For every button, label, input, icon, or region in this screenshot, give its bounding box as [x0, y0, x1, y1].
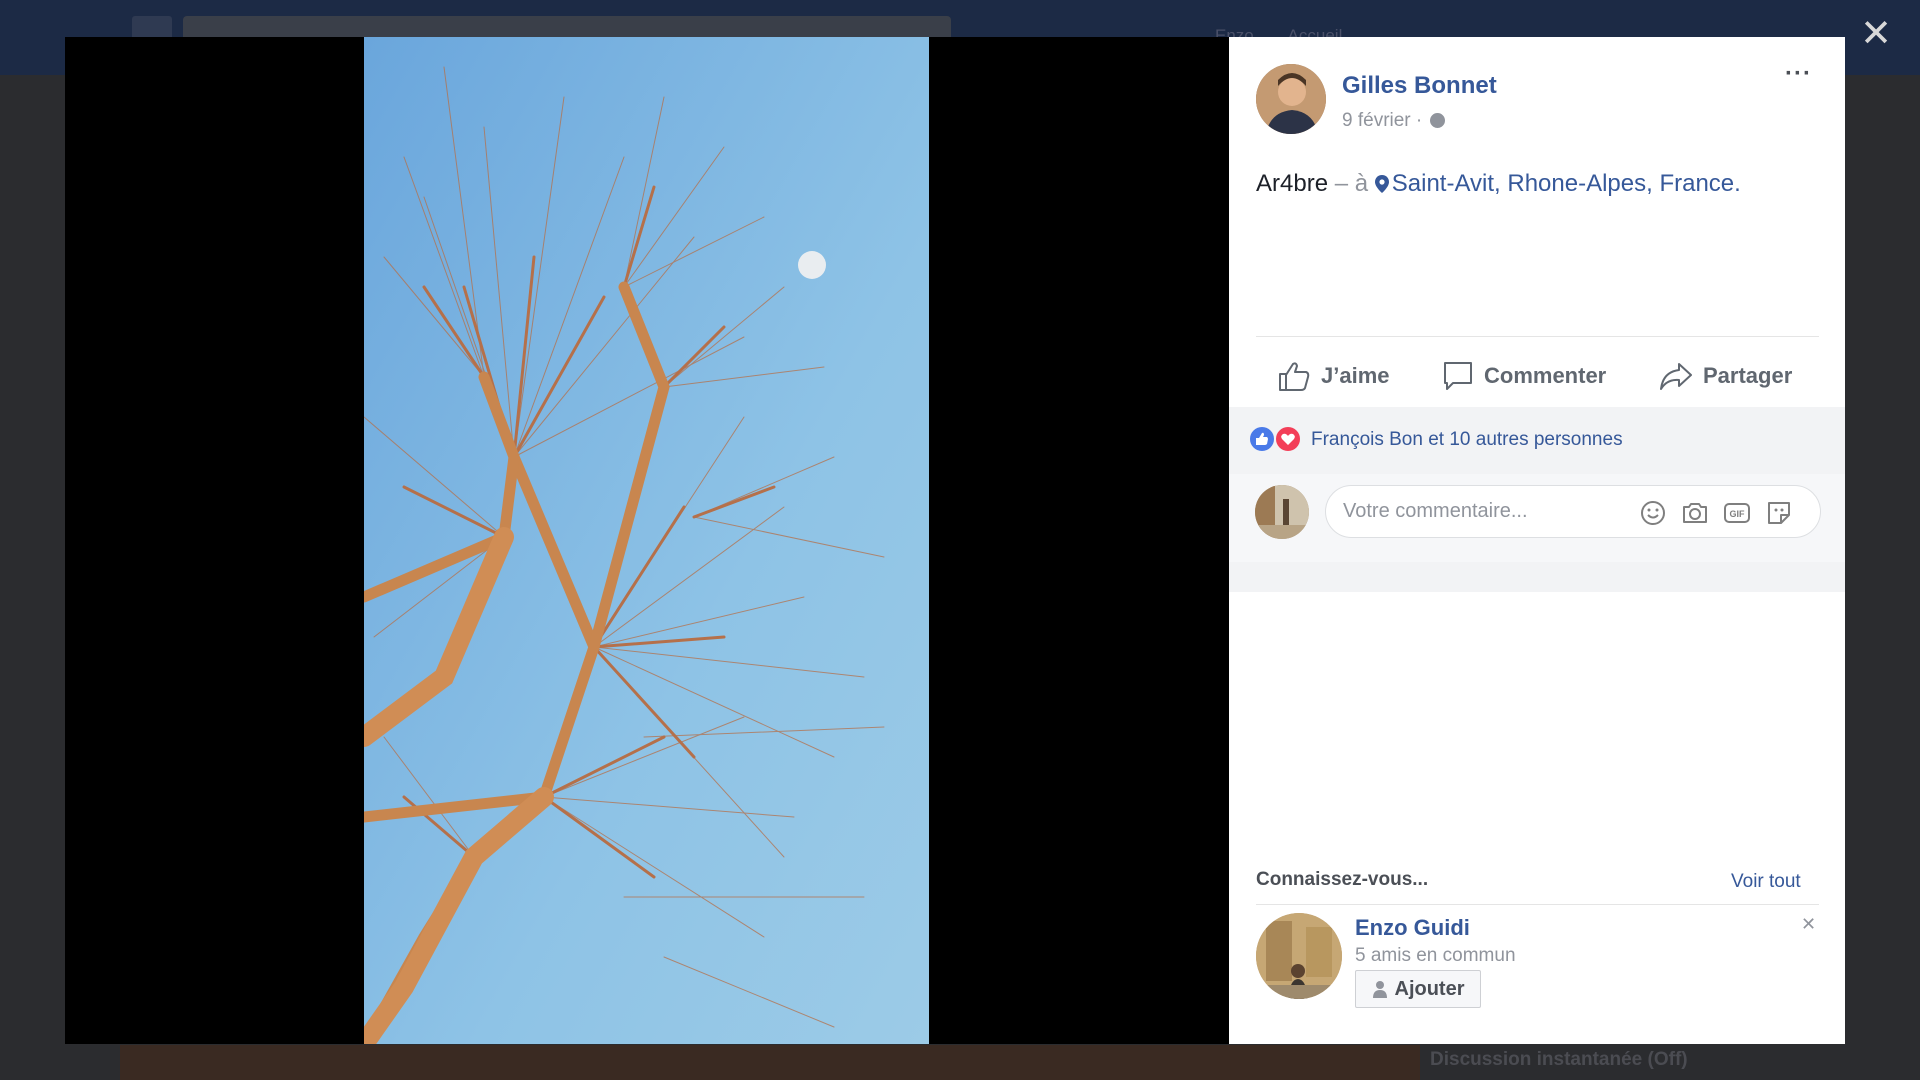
add-friend-label: Ajouter — [1394, 977, 1465, 1000]
comment-button[interactable]: Commenter — [1442, 355, 1606, 397]
share-button[interactable]: Partager — [1659, 355, 1792, 397]
reaction-icons[interactable] — [1248, 425, 1308, 455]
love-reaction-icon — [1274, 425, 1302, 453]
location-suffix: . — [1734, 170, 1741, 197]
svg-text:GIF: GIF — [1730, 509, 1746, 519]
close-lightbox-button[interactable]: ✕ — [1858, 15, 1894, 53]
author-avatar-image — [1256, 64, 1326, 134]
location-pin-icon — [1374, 175, 1389, 193]
moon-icon — [798, 251, 826, 279]
post-meta: 9 février · — [1342, 110, 1445, 132]
like-reaction-icon — [1248, 425, 1276, 453]
suggestions-title: Connaissez-vous... — [1256, 869, 1429, 890]
thumbs-up-icon — [1279, 362, 1310, 391]
reactions-summary-link[interactable]: François Bon et 10 autres personnes — [1311, 429, 1623, 451]
mutual-friends-count[interactable]: 5 amis en commun — [1355, 945, 1516, 967]
author-avatar[interactable] — [1256, 64, 1326, 134]
tree-photo-image — [364, 37, 929, 1044]
camera-icon[interactable] — [1682, 500, 1708, 526]
current-user-avatar[interactable] — [1255, 485, 1309, 539]
emoji-icon[interactable] — [1640, 500, 1666, 526]
location-prefix: – à — [1334, 170, 1369, 197]
dismiss-suggestion-icon[interactable]: ✕ — [1801, 914, 1816, 935]
more-options-button[interactable]: ··· — [1785, 62, 1815, 89]
add-friend-icon — [1372, 981, 1387, 998]
sticker-icon[interactable] — [1766, 500, 1792, 526]
post-date-link[interactable]: 9 février — [1342, 110, 1411, 131]
gif-icon[interactable]: GIF — [1724, 500, 1750, 526]
comment-input[interactable]: Votre commentaire... GIF — [1325, 485, 1821, 538]
comment-composer: Votre commentaire... GIF — [1229, 474, 1845, 562]
background-photo-strip — [120, 1045, 1420, 1080]
friend-avatar-image — [1256, 913, 1342, 999]
post-text: Ar4bre – à Saint-Avit, Rhone-Alpes, Fran… — [1256, 170, 1741, 198]
actions-divider — [1256, 336, 1819, 337]
friend-suggestion-name[interactable]: Enzo Guidi — [1355, 915, 1470, 941]
background-chat-label: Discussion instantanée (Off) — [1430, 1049, 1688, 1070]
comment-label: Commenter — [1484, 363, 1607, 388]
date-separator: · — [1415, 110, 1423, 131]
comment-placeholder: Votre commentaire... — [1343, 500, 1528, 522]
post-photo[interactable] — [364, 37, 929, 1044]
current-user-avatar-image — [1255, 485, 1309, 539]
friend-suggestion-avatar[interactable] — [1256, 913, 1342, 999]
post-side-panel: Gilles Bonnet 9 février · ··· Ar4bre – à… — [1229, 37, 1845, 1044]
add-friend-button[interactable]: Ajouter — [1355, 970, 1481, 1008]
share-arrow-icon — [1660, 363, 1692, 390]
post-caption: Ar4bre — [1256, 170, 1329, 197]
author-name-link[interactable]: Gilles Bonnet — [1342, 72, 1497, 100]
location-link[interactable]: Saint-Avit, Rhone-Alpes, France — [1392, 170, 1734, 197]
suggestions-divider — [1256, 904, 1819, 905]
like-label: J’aime — [1321, 363, 1390, 388]
share-label: Partager — [1703, 363, 1793, 388]
see-all-link[interactable]: Voir tout — [1731, 871, 1801, 893]
reactions-section: François Bon et 10 autres personnes Votr… — [1229, 407, 1845, 592]
like-button[interactable]: J’aime — [1277, 355, 1390, 397]
comment-bubble-icon — [1444, 362, 1472, 390]
globe-icon[interactable] — [1429, 113, 1445, 128]
